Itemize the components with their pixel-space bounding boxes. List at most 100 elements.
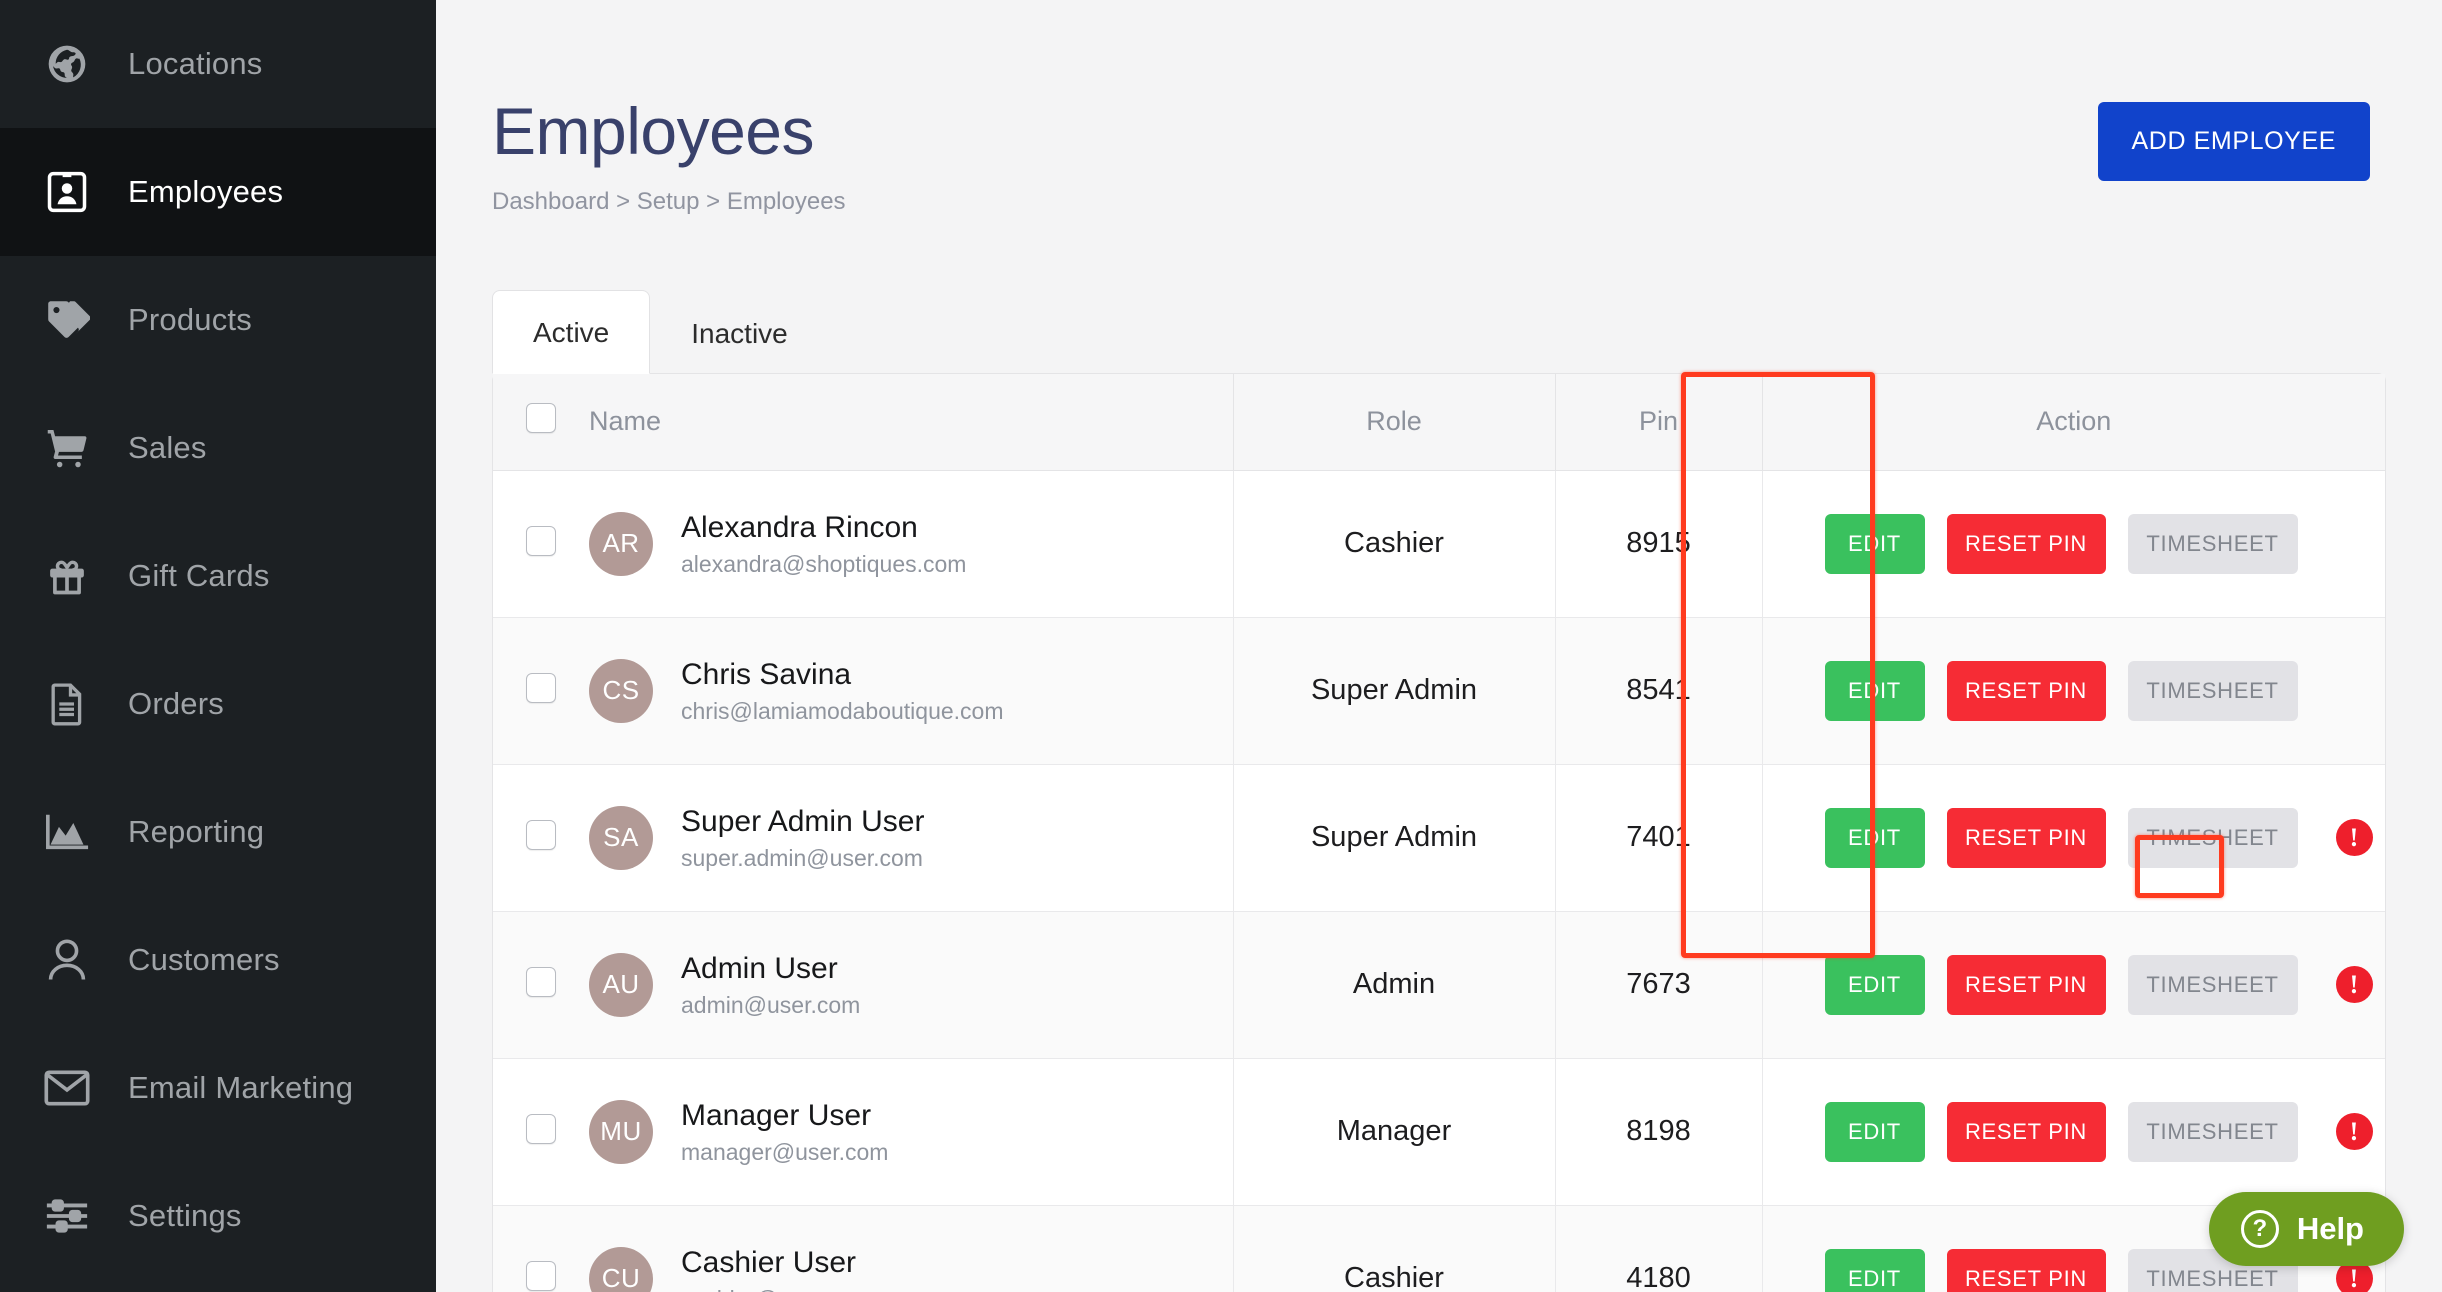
row-select-cell [493, 470, 589, 617]
person-icon [44, 937, 90, 983]
row-checkbox[interactable] [526, 673, 556, 703]
action-buttons: EDIT RESET PIN TIMESHEET! [1763, 807, 2386, 868]
sidebar-item-label: Email Marketing [128, 1070, 354, 1105]
employee-identity: AU Admin User admin@user.com [589, 950, 1233, 1020]
employee-name: Super Admin User [681, 804, 925, 838]
timesheet-button[interactable]: TIMESHEET [2127, 513, 2298, 574]
employee-pin: 4180 [1554, 1205, 1762, 1292]
reset-pin-button[interactable]: RESET PIN [1946, 954, 2106, 1015]
table-row: AU Admin User admin@user.com Admin 7673 EDIT R… [493, 911, 2385, 1058]
breadcrumb: Dashboard > Setup > Employees [492, 188, 846, 215]
row-checkbox[interactable] [526, 820, 556, 850]
sidebar-item-reporting[interactable]: Reporting [0, 768, 436, 896]
action-buttons: EDIT RESET PIN TIMESHEET! [1763, 1101, 2386, 1162]
sidebar-item-email-marketing[interactable]: Email Marketing [0, 1024, 436, 1152]
alert-exclamation-icon[interactable]: ! [2335, 1113, 2373, 1150]
edit-button[interactable]: EDIT [1824, 660, 1925, 721]
avatar: AU [589, 952, 653, 1017]
timesheet-button[interactable]: TIMESHEET [2127, 807, 2298, 868]
row-select-cell [493, 764, 589, 911]
sidebar-item-sales[interactable]: Sales [0, 384, 436, 512]
table-head: Name Role Pin Action [493, 374, 2385, 471]
employee-name-cell: MU Manager User manager@user.com [589, 1058, 1233, 1205]
row-checkbox[interactable] [526, 1261, 556, 1291]
employee-pin: 8541 [1554, 617, 1762, 764]
column-header-action: Action [1761, 374, 2385, 471]
main-content: Employees Dashboard > Setup > Employees … [436, 0, 2442, 1292]
avatar: CU [589, 1246, 653, 1292]
sidebar-item-orders[interactable]: Orders [0, 640, 436, 768]
edit-button[interactable]: EDIT [1824, 954, 1925, 1015]
employee-actions-cell: EDIT RESET PIN TIMESHEET [1761, 617, 2385, 764]
tab-inactive[interactable]: Inactive [650, 291, 829, 374]
employee-role: Super Admin [1232, 764, 1555, 911]
sidebar-item-products[interactable]: Products [0, 256, 436, 384]
alert-exclamation-icon[interactable]: ! [2335, 966, 2373, 1003]
employee-text: Alexandra Rincon alexandra@shoptiques.com [681, 509, 966, 579]
employee-text: Chris Savina chris@lamiamodaboutique.com [681, 656, 1004, 726]
select-all-header [493, 374, 589, 471]
table-row: SA Super Admin User super.admin@user.com Su… [493, 764, 2385, 911]
timesheet-button[interactable]: TIMESHEET [2127, 660, 2298, 721]
reset-pin-button[interactable]: RESET PIN [1946, 660, 2106, 721]
employee-pin: 7673 [1554, 911, 1762, 1058]
add-employee-button[interactable]: ADD EMPLOYEE [2097, 102, 2370, 181]
globe-icon [44, 41, 90, 87]
employee-email: cashier@user.com [681, 1286, 872, 1292]
employee-text: Super Admin User super.admin@user.com [681, 803, 924, 873]
gift-icon [44, 553, 90, 599]
employees-table: Name Role Pin Action AR Alexandra Rincon a… [493, 374, 2385, 1292]
employee-actions-cell: EDIT RESET PIN TIMESHEET! [1761, 911, 2385, 1058]
timesheet-button[interactable]: TIMESHEET [2127, 954, 2298, 1015]
employee-text: Admin User admin@user.com [681, 950, 860, 1020]
employee-name-cell: AU Admin User admin@user.com [589, 911, 1233, 1058]
timesheet-button[interactable]: TIMESHEET [2127, 1101, 2298, 1162]
alert-exclamation-icon[interactable]: ! [2335, 819, 2373, 856]
sidebar-item-label: Sales [128, 430, 207, 465]
row-select-cell [493, 1058, 589, 1205]
badge-id-icon [44, 169, 90, 215]
employee-text: Cashier User cashier@user.com [681, 1244, 872, 1292]
question-mark-icon: ? [2240, 1210, 2279, 1248]
reset-pin-button[interactable]: RESET PIN [1946, 1248, 2106, 1292]
sidebar-item-locations[interactable]: Locations [0, 0, 436, 128]
employee-name: Chris Savina [681, 657, 852, 691]
edit-button[interactable]: EDIT [1824, 807, 1925, 868]
employee-role: Admin [1232, 911, 1555, 1058]
sidebar-item-label: Gift Cards [128, 558, 270, 593]
reset-pin-button[interactable]: RESET PIN [1946, 1101, 2106, 1162]
tab-active[interactable]: Active [492, 290, 651, 374]
row-select-cell [493, 911, 589, 1058]
reset-pin-button[interactable]: RESET PIN [1946, 807, 2106, 868]
sidebar-item-label: Settings [128, 1198, 242, 1233]
table-body: AR Alexandra Rincon alexandra@shoptiques.c… [493, 470, 2385, 1292]
row-checkbox[interactable] [526, 526, 556, 556]
table-row: MU Manager User manager@user.com Manager 819… [493, 1058, 2385, 1205]
reset-pin-button[interactable]: RESET PIN [1946, 513, 2106, 574]
row-select-cell [493, 1205, 589, 1292]
edit-button[interactable]: EDIT [1824, 1101, 1925, 1162]
sidebar-item-employees[interactable]: Employees [0, 128, 436, 256]
employee-identity: MU Manager User manager@user.com [589, 1097, 1233, 1167]
sidebar-item-customers[interactable]: Customers [0, 896, 436, 1024]
sidebar-item-gift-cards[interactable]: Gift Cards [0, 512, 436, 640]
avatar: SA [589, 805, 653, 870]
document-icon [44, 681, 90, 727]
employee-role: Cashier [1232, 470, 1555, 617]
column-header-role[interactable]: Role [1232, 374, 1555, 471]
row-checkbox[interactable] [526, 1114, 556, 1144]
employee-identity: AR Alexandra Rincon alexandra@shoptiques.c… [589, 509, 1233, 579]
edit-button[interactable]: EDIT [1824, 513, 1925, 574]
employee-email: manager@user.com [681, 1139, 889, 1166]
column-header-name[interactable]: Name [589, 374, 1233, 471]
employee-name-cell: CU Cashier User cashier@user.com [589, 1205, 1233, 1292]
employee-identity: CS Chris Savina chris@lamiamodaboutique.co… [589, 656, 1233, 726]
tag-icon [44, 297, 90, 343]
column-header-pin[interactable]: Pin [1554, 374, 1762, 471]
select-all-checkbox[interactable] [526, 403, 556, 434]
row-checkbox[interactable] [526, 967, 556, 997]
edit-button[interactable]: EDIT [1824, 1248, 1925, 1292]
sidebar-item-settings[interactable]: Settings [0, 1152, 436, 1280]
help-widget-button[interactable]: ? Help [2208, 1192, 2404, 1266]
employee-name: Admin User [681, 951, 838, 985]
